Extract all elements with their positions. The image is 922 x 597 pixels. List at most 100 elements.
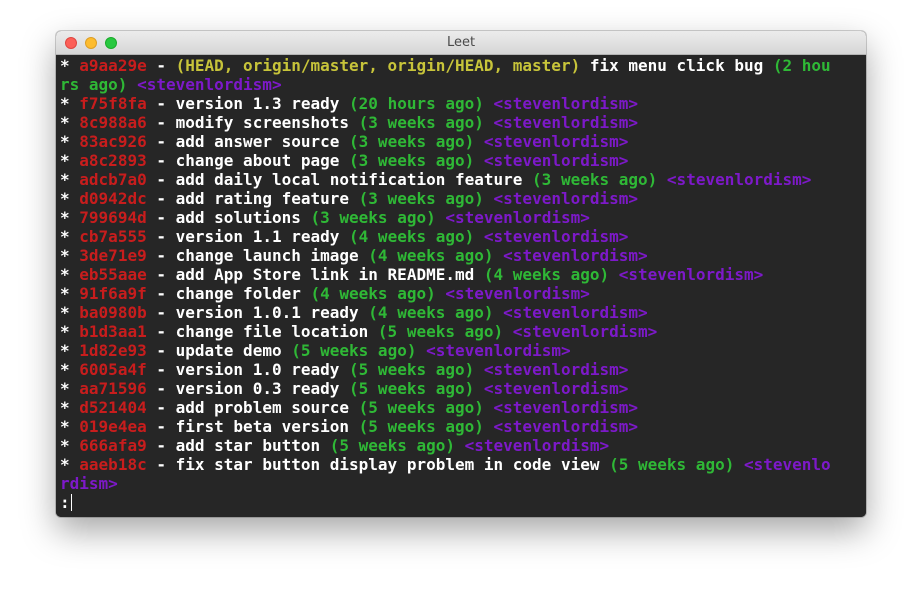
terminal-output[interactable]: * a9aa29e - (HEAD, origin/master, origin… bbox=[56, 55, 866, 517]
commit-author: <stevenlordism> bbox=[512, 322, 658, 341]
graph-star: * bbox=[60, 398, 70, 417]
commit-hash: b1d3aa1 bbox=[79, 322, 147, 341]
pager-prompt-line[interactable]: : bbox=[60, 493, 866, 512]
commit-date: (5 weeks ago) bbox=[609, 455, 735, 474]
commit-message: add App Store link in README.md bbox=[175, 265, 475, 284]
commit-author: <stevenlordism> bbox=[493, 94, 639, 113]
log-line-wrap: rdism> bbox=[60, 474, 866, 493]
commit-author: <stevenlordism> bbox=[483, 132, 629, 151]
commit-date: (5 weeks ago) bbox=[349, 360, 475, 379]
log-line: * 666afa9 - add star button (5 weeks ago… bbox=[60, 436, 866, 455]
graph-star: * bbox=[60, 436, 70, 455]
log-line: * 91f6a9f - change folder (4 weeks ago) … bbox=[60, 284, 866, 303]
log-line: * aaeb18c - fix star button display prob… bbox=[60, 455, 866, 474]
commit-date: (4 weeks ago) bbox=[310, 284, 436, 303]
commit-date-wrap: rs ago) bbox=[60, 75, 128, 94]
commit-hash: d521404 bbox=[79, 398, 147, 417]
commit-message: version 1.3 ready bbox=[175, 94, 340, 113]
separator: - bbox=[146, 170, 176, 189]
commit-hash: cb7a555 bbox=[79, 227, 147, 246]
graph-star: * bbox=[60, 265, 70, 284]
commit-author-wrap: rdism> bbox=[60, 474, 118, 493]
commit-hash: 83ac926 bbox=[79, 132, 147, 151]
commit-hash: a9aa29e bbox=[79, 56, 147, 75]
log-line: * 83ac926 - add answer source (3 weeks a… bbox=[60, 132, 866, 151]
commit-author: <stevenlordism> bbox=[426, 341, 571, 360]
commit-hash: ba0980b bbox=[79, 303, 147, 322]
commit-date: (20 hours ago) bbox=[349, 94, 484, 113]
graph-star: * bbox=[60, 208, 70, 227]
commit-refs: (HEAD, origin/master, origin/HEAD, maste… bbox=[175, 56, 581, 75]
separator: - bbox=[146, 189, 176, 208]
log-line: * d0942dc - add rating feature (3 weeks … bbox=[60, 189, 866, 208]
separator: - bbox=[146, 208, 176, 227]
commit-author: <stevenlordism> bbox=[445, 208, 590, 227]
separator: - bbox=[146, 455, 176, 474]
commit-message: version 0.3 ready bbox=[175, 379, 340, 398]
title-bar[interactable]: Leet bbox=[56, 31, 866, 55]
graph-star: * bbox=[60, 94, 70, 113]
graph-star: * bbox=[60, 189, 70, 208]
commit-message: first beta version bbox=[175, 417, 350, 436]
separator: - bbox=[146, 246, 176, 265]
graph-star: * bbox=[60, 379, 70, 398]
commit-message: add answer source bbox=[175, 132, 340, 151]
commit-message: version 1.1 ready bbox=[175, 227, 340, 246]
commit-hash: d0942dc bbox=[79, 189, 147, 208]
commit-date: (3 weeks ago) bbox=[310, 208, 436, 227]
separator: - bbox=[146, 436, 176, 455]
separator: - bbox=[146, 360, 176, 379]
commit-message: add daily local notification feature bbox=[175, 170, 523, 189]
separator: - bbox=[146, 113, 176, 132]
commit-date: (4 weeks ago) bbox=[483, 265, 610, 284]
commit-message: change about page bbox=[175, 151, 340, 170]
commit-date: (3 weeks ago) bbox=[349, 151, 475, 170]
commit-hash: 1d82e93 bbox=[79, 341, 147, 360]
commit-message: fix star button display problem in code … bbox=[175, 455, 610, 474]
separator: - bbox=[146, 227, 176, 246]
commit-message: add rating feature bbox=[175, 189, 350, 208]
commit-message: add star button bbox=[175, 436, 321, 455]
commit-date: (3 weeks ago) bbox=[358, 189, 484, 208]
commit-hash: aaeb18c bbox=[79, 455, 147, 474]
commit-date: (5 weeks ago) bbox=[358, 398, 484, 417]
graph-star: * bbox=[60, 227, 70, 246]
separator: - bbox=[146, 417, 176, 436]
commit-hash: 019e4ea bbox=[79, 417, 147, 436]
log-line: * 8c988a6 - modify screenshots (3 weeks … bbox=[60, 113, 866, 132]
commit-hash: eb55aae bbox=[79, 265, 147, 284]
commit-date: (4 weeks ago) bbox=[368, 246, 494, 265]
